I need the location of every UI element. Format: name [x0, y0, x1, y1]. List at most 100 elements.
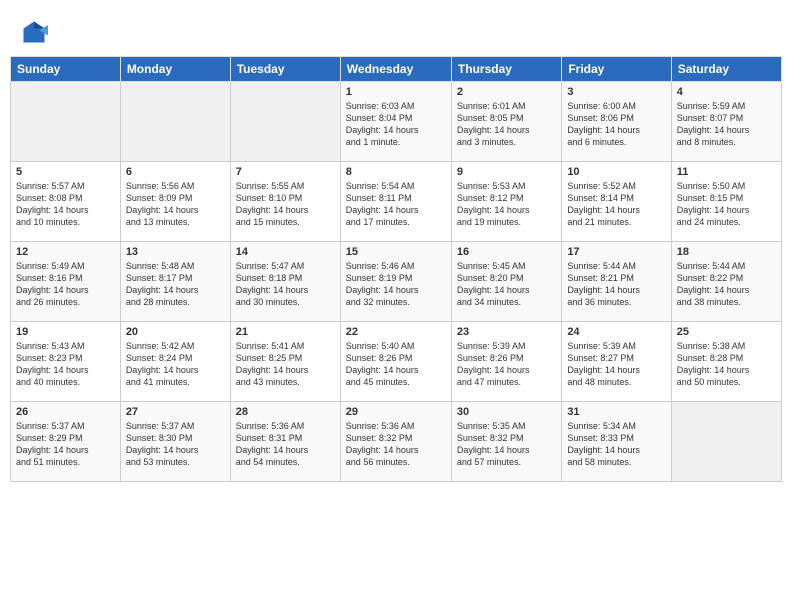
calendar-week-row: 1Sunrise: 6:03 AM Sunset: 8:04 PM Daylig… [11, 82, 782, 162]
calendar-day-cell: 3 Sunrise: 6:00 AM Sunset: 8:06 PM Daylig… [562, 82, 671, 162]
calendar-day-cell: 17 Sunrise: 5:44 AM Sunset: 8:21 PM Dayli… [562, 242, 671, 322]
logo-icon [20, 18, 48, 46]
weekday-header-row: SundayMondayTuesdayWednesdayThursdayFrid… [11, 57, 782, 82]
day-content: Sunrise: 5:44 AM Sunset: 8:22 PM Dayligh… [677, 260, 776, 309]
day-number: 4 [677, 86, 776, 98]
calendar-day-cell: 14Sunrise: 5:47 AM Sunset: 8:18 PM Dayli… [230, 242, 340, 322]
calendar-day-cell: 28 Sunrise: 5:36 AM Sunset: 8:31 PM Dayli… [230, 402, 340, 482]
logo [20, 18, 52, 46]
day-content: Sunrise: 5:34 AM Sunset: 8:33 PM Dayligh… [567, 420, 665, 469]
day-number: 23 [457, 326, 556, 338]
day-number: 8 [346, 166, 446, 178]
calendar-day-cell: 8 Sunrise: 5:54 AM Sunset: 8:11 PM Daylig… [340, 162, 451, 242]
day-number: 27 [126, 406, 225, 418]
day-content: Sunrise: 5:40 AM Sunset: 8:26 PM Dayligh… [346, 340, 446, 389]
day-number: 9 [457, 166, 556, 178]
weekday-header-cell: Friday [562, 57, 671, 82]
day-content: Sunrise: 5:55 AM Sunset: 8:10 PM Dayligh… [236, 180, 335, 229]
calendar-day-cell: 7 Sunrise: 5:55 AM Sunset: 8:10 PM Daylig… [230, 162, 340, 242]
calendar-day-cell: 9 Sunrise: 5:53 AM Sunset: 8:12 PM Daylig… [451, 162, 561, 242]
day-number: 29 [346, 406, 446, 418]
day-content: Sunrise: 5:48 AM Sunset: 8:17 PM Dayligh… [126, 260, 225, 309]
calendar-day-cell: 13Sunrise: 5:48 AM Sunset: 8:17 PM Dayli… [120, 242, 230, 322]
calendar-day-cell: 19 Sunrise: 5:43 AM Sunset: 8:23 PM Dayli… [11, 322, 121, 402]
calendar-day-cell: 23Sunrise: 5:39 AM Sunset: 8:26 PM Dayli… [451, 322, 561, 402]
weekday-header-cell: Wednesday [340, 57, 451, 82]
calendar-day-cell [230, 82, 340, 162]
day-content: Sunrise: 5:45 AM Sunset: 8:20 PM Dayligh… [457, 260, 556, 309]
day-number: 12 [16, 246, 115, 258]
day-content: Sunrise: 6:01 AM Sunset: 8:05 PM Dayligh… [457, 100, 556, 149]
day-number: 26 [16, 406, 115, 418]
day-number: 1 [346, 86, 446, 98]
day-number: 3 [567, 86, 665, 98]
calendar-day-cell: 21 Sunrise: 5:41 AM Sunset: 8:25 PM Dayli… [230, 322, 340, 402]
day-number: 21 [236, 326, 335, 338]
calendar-week-row: 26 Sunrise: 5:37 AM Sunset: 8:29 PM Dayli… [11, 402, 782, 482]
calendar-day-cell [120, 82, 230, 162]
day-content: Sunrise: 5:47 AM Sunset: 8:18 PM Dayligh… [236, 260, 335, 309]
calendar-day-cell: 15 Sunrise: 5:46 AM Sunset: 8:19 PM Dayli… [340, 242, 451, 322]
day-content: Sunrise: 5:36 AM Sunset: 8:31 PM Dayligh… [236, 420, 335, 469]
calendar-day-cell: 2 Sunrise: 6:01 AM Sunset: 8:05 PM Daylig… [451, 82, 561, 162]
day-content: Sunrise: 5:35 AM Sunset: 8:32 PM Dayligh… [457, 420, 556, 469]
weekday-header-cell: Saturday [671, 57, 781, 82]
calendar-day-cell: 11 Sunrise: 5:50 AM Sunset: 8:15 PM Dayli… [671, 162, 781, 242]
calendar-day-cell [671, 402, 781, 482]
day-content: Sunrise: 5:54 AM Sunset: 8:11 PM Dayligh… [346, 180, 446, 229]
day-number: 15 [346, 246, 446, 258]
day-content: Sunrise: 5:49 AM Sunset: 8:16 PM Dayligh… [16, 260, 115, 309]
day-number: 5 [16, 166, 115, 178]
weekday-header-cell: Monday [120, 57, 230, 82]
day-content: Sunrise: 5:53 AM Sunset: 8:12 PM Dayligh… [457, 180, 556, 229]
weekday-header-cell: Thursday [451, 57, 561, 82]
calendar-day-cell: 24 Sunrise: 5:39 AM Sunset: 8:27 PM Dayli… [562, 322, 671, 402]
day-number: 18 [677, 246, 776, 258]
calendar-day-cell: 4 Sunrise: 5:59 AM Sunset: 8:07 PM Daylig… [671, 82, 781, 162]
day-number: 20 [126, 326, 225, 338]
day-number: 11 [677, 166, 776, 178]
calendar-day-cell: 1Sunrise: 6:03 AM Sunset: 8:04 PM Daylig… [340, 82, 451, 162]
day-number: 31 [567, 406, 665, 418]
day-number: 16 [457, 246, 556, 258]
day-number: 7 [236, 166, 335, 178]
day-content: Sunrise: 5:46 AM Sunset: 8:19 PM Dayligh… [346, 260, 446, 309]
calendar-day-cell: 26 Sunrise: 5:37 AM Sunset: 8:29 PM Dayli… [11, 402, 121, 482]
weekday-header-cell: Sunday [11, 57, 121, 82]
day-content: Sunrise: 5:44 AM Sunset: 8:21 PM Dayligh… [567, 260, 665, 309]
day-content: Sunrise: 5:56 AM Sunset: 8:09 PM Dayligh… [126, 180, 225, 229]
calendar-day-cell: 30Sunrise: 5:35 AM Sunset: 8:32 PM Dayli… [451, 402, 561, 482]
calendar-body: 1Sunrise: 6:03 AM Sunset: 8:04 PM Daylig… [11, 82, 782, 482]
day-content: Sunrise: 5:41 AM Sunset: 8:25 PM Dayligh… [236, 340, 335, 389]
day-number: 28 [236, 406, 335, 418]
day-number: 22 [346, 326, 446, 338]
calendar-day-cell: 12 Sunrise: 5:49 AM Sunset: 8:16 PM Dayli… [11, 242, 121, 322]
day-content: Sunrise: 5:37 AM Sunset: 8:30 PM Dayligh… [126, 420, 225, 469]
day-number: 24 [567, 326, 665, 338]
page-header [10, 10, 782, 52]
calendar-day-cell: 27 Sunrise: 5:37 AM Sunset: 8:30 PM Dayli… [120, 402, 230, 482]
day-content: Sunrise: 5:50 AM Sunset: 8:15 PM Dayligh… [677, 180, 776, 229]
day-content: Sunrise: 5:43 AM Sunset: 8:23 PM Dayligh… [16, 340, 115, 389]
calendar-week-row: 5 Sunrise: 5:57 AM Sunset: 8:08 PM Daylig… [11, 162, 782, 242]
day-number: 17 [567, 246, 665, 258]
calendar-day-cell: 5 Sunrise: 5:57 AM Sunset: 8:08 PM Daylig… [11, 162, 121, 242]
day-content: Sunrise: 5:36 AM Sunset: 8:32 PM Dayligh… [346, 420, 446, 469]
day-content: Sunrise: 6:00 AM Sunset: 8:06 PM Dayligh… [567, 100, 665, 149]
day-number: 19 [16, 326, 115, 338]
calendar-day-cell: 6Sunrise: 5:56 AM Sunset: 8:09 PM Daylig… [120, 162, 230, 242]
day-content: Sunrise: 5:37 AM Sunset: 8:29 PM Dayligh… [16, 420, 115, 469]
day-number: 2 [457, 86, 556, 98]
day-content: Sunrise: 5:42 AM Sunset: 8:24 PM Dayligh… [126, 340, 225, 389]
day-number: 10 [567, 166, 665, 178]
day-number: 25 [677, 326, 776, 338]
calendar-table: SundayMondayTuesdayWednesdayThursdayFrid… [10, 56, 782, 482]
day-content: Sunrise: 5:57 AM Sunset: 8:08 PM Dayligh… [16, 180, 115, 229]
day-content: Sunrise: 5:52 AM Sunset: 8:14 PM Dayligh… [567, 180, 665, 229]
day-content: Sunrise: 5:39 AM Sunset: 8:27 PM Dayligh… [567, 340, 665, 389]
calendar-week-row: 12 Sunrise: 5:49 AM Sunset: 8:16 PM Dayli… [11, 242, 782, 322]
calendar-week-row: 19 Sunrise: 5:43 AM Sunset: 8:23 PM Dayli… [11, 322, 782, 402]
calendar-day-cell: 18 Sunrise: 5:44 AM Sunset: 8:22 PM Dayli… [671, 242, 781, 322]
calendar-day-cell: 29 Sunrise: 5:36 AM Sunset: 8:32 PM Dayli… [340, 402, 451, 482]
day-content: Sunrise: 5:59 AM Sunset: 8:07 PM Dayligh… [677, 100, 776, 149]
